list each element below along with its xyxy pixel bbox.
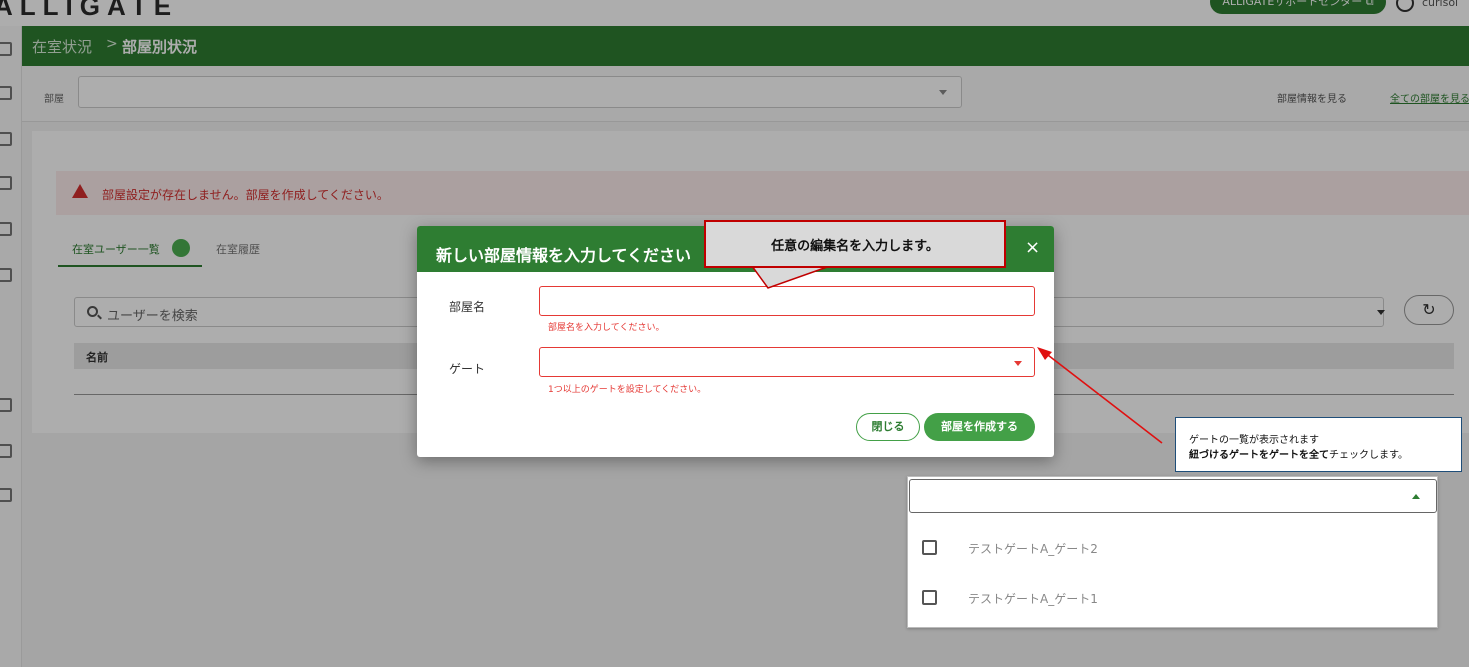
gate-dropdown-panel: テストゲートA_ゲート2 テストゲートA_ゲート1: [907, 476, 1438, 628]
callout-line-2-bold: 紐づけるゲートをゲートを全て: [1189, 450, 1329, 461]
gate-label: ゲート: [449, 362, 486, 376]
room-name-label: 部屋名: [449, 300, 486, 314]
callout-text: 任意の編集名を入力します。: [771, 239, 939, 254]
gate-error: 1つ以上のゲートを設定してください。: [548, 385, 707, 395]
close-button[interactable]: 閉じる: [856, 413, 920, 441]
gate-dropdown-select[interactable]: [909, 479, 1437, 513]
callout-line-2: 紐づけるゲートをゲートを全てチェックします。: [1189, 446, 1408, 461]
room-name-callout: 任意の編集名を入力します。: [704, 220, 1006, 268]
gate-select[interactable]: [539, 347, 1035, 377]
create-room-button[interactable]: 部屋を作成する: [924, 413, 1035, 441]
gate-option[interactable]: テストゲートA_ゲート1: [908, 577, 1437, 617]
gate-option-label: テストゲートA_ゲート1: [968, 592, 1098, 606]
chevron-down-icon: [1014, 361, 1022, 366]
gate-callout: ゲートの一覧が表示されます 紐づけるゲートをゲートを全てチェックします。: [1175, 417, 1462, 472]
close-icon[interactable]: ×: [1025, 238, 1040, 258]
room-name-input[interactable]: [539, 286, 1035, 316]
dialog-title: 新しい部屋情報を入力してください: [436, 246, 692, 265]
gate-option-label: テストゲートA_ゲート2: [968, 542, 1098, 556]
checkbox[interactable]: [922, 540, 937, 555]
callout-line-1: ゲートの一覧が表示されます: [1189, 435, 1319, 446]
checkbox[interactable]: [922, 590, 937, 605]
callout-line-2-rest: チェックします。: [1329, 450, 1408, 461]
gate-option[interactable]: テストゲートA_ゲート2: [908, 527, 1437, 567]
chevron-up-icon: [1412, 494, 1420, 499]
room-name-error: 部屋名を入力してください。: [548, 323, 665, 333]
